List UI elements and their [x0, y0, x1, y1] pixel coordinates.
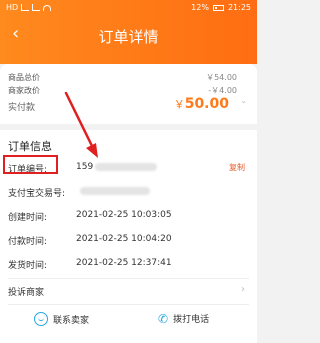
chevron-down-icon[interactable]: › [238, 100, 248, 104]
paid-amount-number: 50.00 [184, 96, 229, 112]
paid-amount-value: ￥50.00 [174, 96, 229, 112]
total-price-value: ￥54.00 [206, 73, 237, 82]
order-number-text: 159 [76, 162, 94, 172]
battery-icon [212, 4, 224, 11]
phone-icon: ✆ [158, 311, 169, 326]
paid-amount-label: 实付款 [8, 103, 36, 113]
order-number-value: 159 [76, 162, 158, 172]
wifi-icon [43, 4, 52, 11]
call-phone-button[interactable]: ✆ 拨打电话 [158, 311, 210, 326]
call-phone-label: 拨打电话 [173, 315, 210, 325]
bottom-actions: 联系卖家 ✆ 拨打电话 [0, 308, 257, 336]
highlight-box [3, 155, 58, 174]
currency-symbol: ￥ [173, 98, 185, 111]
contact-seller-button[interactable]: 联系卖家 [34, 312, 89, 326]
battery-percent: 12% [191, 3, 209, 12]
alipay-trade-label: 支付宝交易号: [8, 189, 66, 199]
discount-value: -￥4.00 [208, 86, 237, 95]
shipped-time-value: 2021-02-25 12:37:41 [76, 258, 172, 268]
signal-icon [21, 4, 30, 11]
copy-button[interactable]: 复制 [229, 162, 245, 173]
clock: 21:25 [227, 3, 251, 12]
divider [8, 278, 249, 279]
discount-label: 商家改价 [8, 86, 40, 95]
divider-2 [8, 304, 249, 305]
redacted-blur-2 [80, 186, 150, 195]
paid-time-label: 付款时间: [8, 237, 48, 247]
shipped-time-label: 发货时间: [8, 261, 48, 271]
signal-icon-2 [32, 4, 41, 11]
complain-seller-label: 投诉商家 [8, 288, 45, 298]
status-left-text: HD [6, 3, 19, 12]
created-time-value: 2021-02-25 10:03:05 [76, 210, 172, 220]
page-title: 订单详情 [98, 28, 159, 46]
total-price-label: 商品总价 [8, 73, 40, 82]
header-bar: HD 12% 21:25 ‹ 订单详情 [0, 0, 257, 64]
price-summary-card: 商品总价 ￥54.00 商家改价 -￥4.00 实付款 ￥50.00 › [0, 64, 257, 124]
redacted-blur [95, 162, 158, 171]
alipay-trade-value [78, 186, 150, 196]
order-info-title: 订单信息 [8, 140, 52, 153]
contact-seller-label: 联系卖家 [53, 315, 90, 326]
nav-bar: ‹ 订单详情 [0, 18, 257, 52]
chevron-right-icon: › [241, 284, 245, 295]
paid-time-value: 2021-02-25 10:04:20 [76, 234, 172, 244]
status-bar: HD 12% 21:25 [0, 0, 257, 16]
created-time-label: 创建时间: [8, 213, 48, 223]
chat-icon [34, 312, 48, 326]
